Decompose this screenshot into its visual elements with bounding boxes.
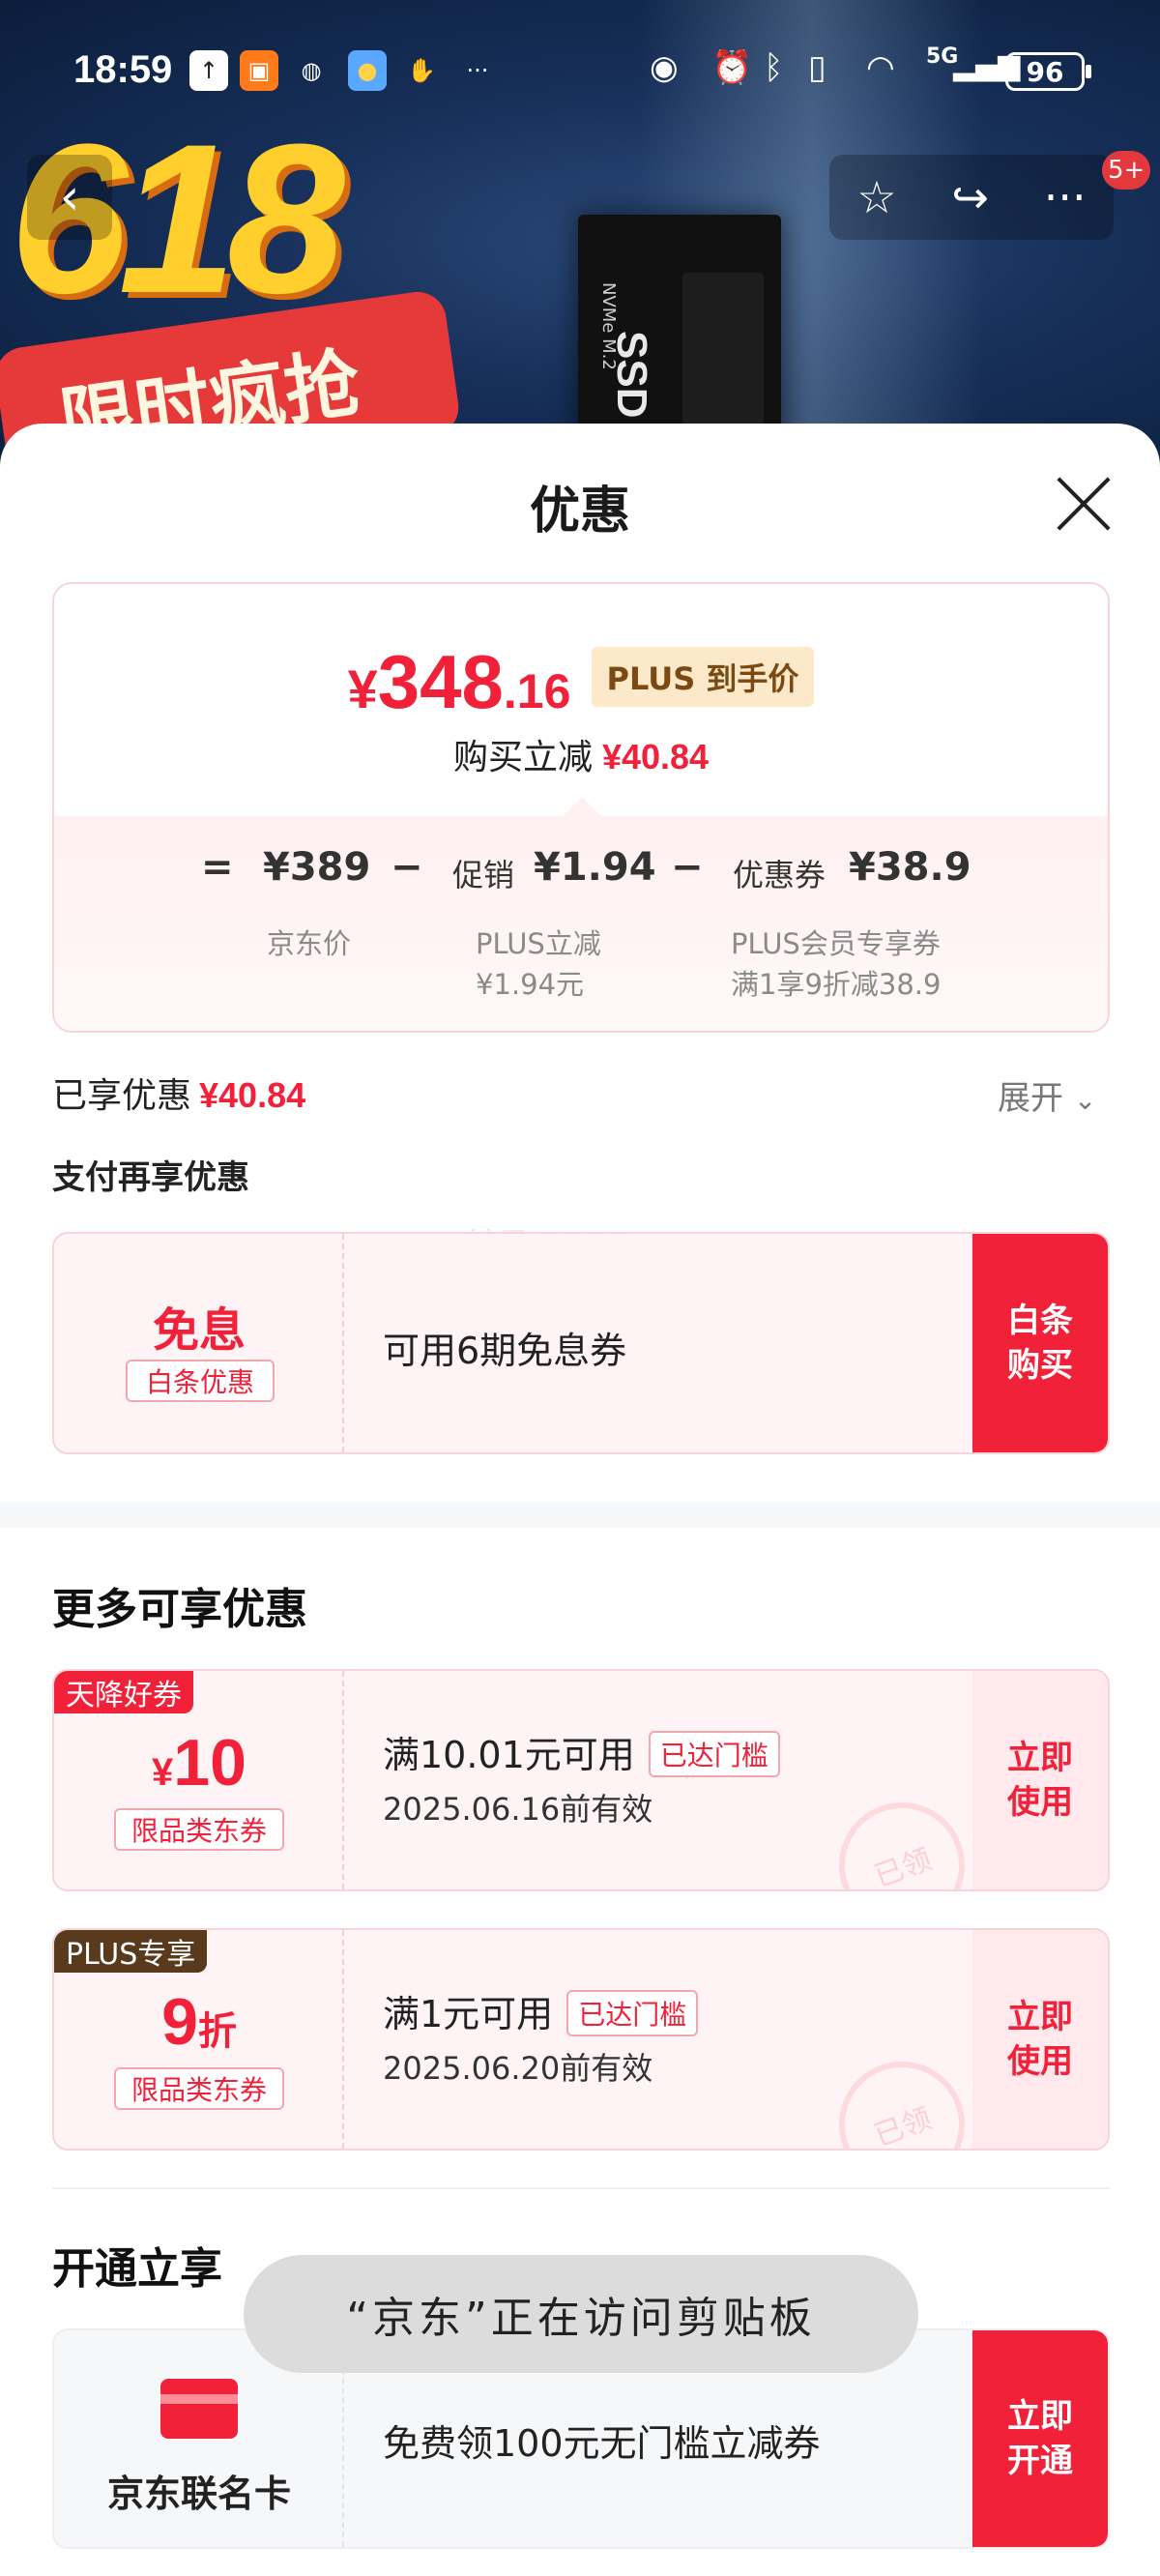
coupon-amount-value: 9: [161, 1985, 198, 2059]
back-button[interactable]: ‹: [27, 155, 112, 240]
plus-coupon-9[interactable]: PLUS专享 9折 限品类东券 满1元可用 已达门槛 2025.06.20前有效 …: [52, 1928, 1110, 2151]
coupon-mid: 可用6期免息券: [344, 1234, 972, 1452]
threshold-reached-tag: 已达门槛: [648, 1730, 780, 1777]
plus-price-tag: PLUS 到手价: [591, 646, 815, 707]
more-icon[interactable]: ···: [1044, 171, 1087, 223]
promo-note-line1: PLUS立减: [476, 927, 601, 960]
corner-tag: 天降好券: [54, 1671, 193, 1713]
coupon-title: 满10.01元可用 已达门槛: [383, 1725, 780, 1781]
coupon-category-tag: 限品类东券: [114, 2067, 284, 2110]
battery-indicator: 96: [1005, 52, 1091, 91]
alarm-icon: ⏰: [711, 48, 753, 87]
price-summary: ¥348.16 PLUS 到手价 购买立减 ¥40.84: [54, 584, 1108, 816]
coupon-category-tag: 限品类东券: [114, 1808, 284, 1851]
nav-actions: ☆ ↪ ···: [829, 155, 1114, 240]
message-badge: 5+: [1102, 151, 1151, 190]
wifi-icon: ◠: [866, 48, 895, 87]
clipboard-toast: “京东”正在访问剪贴板: [244, 2255, 918, 2373]
sheet-title: 优惠: [529, 483, 630, 541]
coupon-title-text: 满10.01元可用: [383, 1734, 635, 1776]
open-now-button[interactable]: 立即 开通: [972, 2330, 1108, 2547]
corner-tag: PLUS专享: [54, 1930, 208, 1973]
coupon-value: ¥38.9: [849, 845, 972, 890]
expand-label: 展开: [998, 1079, 1063, 1118]
final-price: ¥348.16: [348, 638, 571, 726]
threshold-reached-tag: 已达门槛: [566, 1989, 699, 2036]
status-time: 18:59: [73, 48, 173, 91]
jd-price-note: 京东价: [267, 927, 352, 960]
coupon-note-line1: PLUS会员专享券: [731, 927, 941, 960]
baitiao-desc: 可用6期免息券: [383, 1330, 627, 1372]
weather-icon: ●: [348, 50, 387, 91]
coupon-validity: 2025.06.16前有效: [383, 1791, 653, 1828]
hand-icon: ✋: [407, 57, 436, 84]
more-notifications-icon: ···: [466, 57, 489, 84]
coupon-title: 满1元可用 已达门槛: [383, 1984, 699, 2040]
price-integer: 348: [377, 639, 504, 724]
enjoyed-label: 已享优惠: [52, 1076, 192, 1116]
pointer-arrow: [563, 797, 601, 816]
card-offer-desc: 免费领100元无门槛立减券: [383, 2422, 821, 2465]
coupon-note-line2: 满1享9折减38.9: [731, 968, 942, 1001]
credit-card-icon: [160, 2379, 238, 2439]
coupon-title-text: 满1元可用: [383, 1993, 554, 2035]
upload-icon: ↑: [189, 50, 228, 91]
coupon-amount: 9折: [54, 1984, 344, 2060]
coupon-amount: ¥10: [54, 1725, 344, 1800]
minus-sign: −: [671, 845, 704, 890]
price-formula: = ¥389 − 促销 ¥1.94 − 优惠券 ¥38.9 京东价 PLUS立减…: [54, 797, 1108, 1031]
reduce-label: 购买立减: [452, 738, 593, 777]
price-decimal: .16: [503, 664, 571, 718]
reduce-value: ¥40.84: [601, 737, 710, 776]
coupon-amount-value: 10: [173, 1726, 246, 1800]
jd-price: ¥389: [263, 845, 371, 890]
card-name: 京东联名卡: [106, 2473, 291, 2515]
app-notification-icon: ▣: [240, 50, 278, 91]
equals-sign: =: [201, 845, 234, 890]
coupon-currency: ¥: [152, 1751, 174, 1794]
enjoyed-discount: 已享优惠 ¥40.84: [52, 1068, 305, 1118]
coupon-left: 天降好券 ¥10 限品类东券: [54, 1671, 344, 1889]
formula-row: = ¥389 − 促销 ¥1.94 − 优惠券 ¥38.9: [54, 845, 1108, 903]
coupon-validity: 2025.06.20前有效: [383, 2050, 653, 2087]
baitiao-tag: 白条优惠: [126, 1360, 275, 1402]
promo-value: ¥1.94: [534, 845, 656, 890]
section-divider: [0, 1503, 1160, 1528]
price-breakdown-card: ¥348.16 PLUS 到手价 购买立减 ¥40.84 = ¥389 − 促销 …: [52, 582, 1110, 1033]
coupon-unit: 折: [197, 2009, 237, 2054]
more-section-title: 更多可享优惠: [52, 1585, 307, 1634]
minus-sign: −: [391, 845, 423, 890]
vibrate-icon: ▯: [808, 48, 826, 87]
coupon-label: 优惠券: [733, 857, 826, 893]
chevron-left-icon: ‹: [59, 168, 80, 226]
divider: [52, 2187, 1110, 2189]
reduce-row: 购买立减 ¥40.84: [54, 729, 1108, 779]
jd-coupon-10[interactable]: 天降好券 ¥10 限品类东券 满10.01元可用 已达门槛 2025.06.16前…: [52, 1669, 1110, 1891]
coupon-left: 免息 白条优惠: [54, 1234, 344, 1452]
pay-section-title: 支付再享优惠: [52, 1158, 249, 1197]
promo-note-line2: ¥1.94元: [476, 968, 585, 1001]
promo-label: 促销: [452, 857, 515, 893]
wechat-icon: ◍: [301, 57, 322, 84]
status-bar: 18:59 ↑ ▣ ◍ ● ✋ ··· ◉ ⏰ ᛒ ▯ ◠ 5G ▂▄▆ 96: [0, 39, 1160, 106]
expand-button[interactable]: 展开 ⌄: [998, 1071, 1096, 1119]
close-icon[interactable]: [1054, 474, 1114, 534]
final-price-row: ¥348.16 PLUS 到手价: [54, 638, 1108, 726]
share-icon[interactable]: ↪: [951, 171, 989, 223]
price-currency: ¥: [347, 659, 378, 719]
product-sublabel: NVMe M.2: [598, 282, 619, 370]
eye-icon: ◉: [650, 48, 679, 87]
star-icon[interactable]: ☆: [856, 171, 896, 223]
use-now-button[interactable]: 立即 使用: [972, 1930, 1108, 2149]
baitiao-buy-button[interactable]: 白条 购买: [972, 1234, 1108, 1452]
baitiao-coupon[interactable]: 免息 白条优惠 可用6期免息券 白条 购买: [52, 1232, 1110, 1454]
bluetooth-icon: ᛒ: [764, 48, 784, 87]
chevron-down-icon: ⌄: [1073, 1084, 1097, 1116]
use-now-button[interactable]: 立即 使用: [972, 1671, 1108, 1889]
enjoyed-value: ¥40.84: [199, 1075, 306, 1115]
coupon-left: PLUS专享 9折 限品类东券: [54, 1930, 344, 2149]
open-section-title: 开通立享: [52, 2244, 222, 2294]
baitiao-big-text: 免息: [152, 1303, 246, 1358]
